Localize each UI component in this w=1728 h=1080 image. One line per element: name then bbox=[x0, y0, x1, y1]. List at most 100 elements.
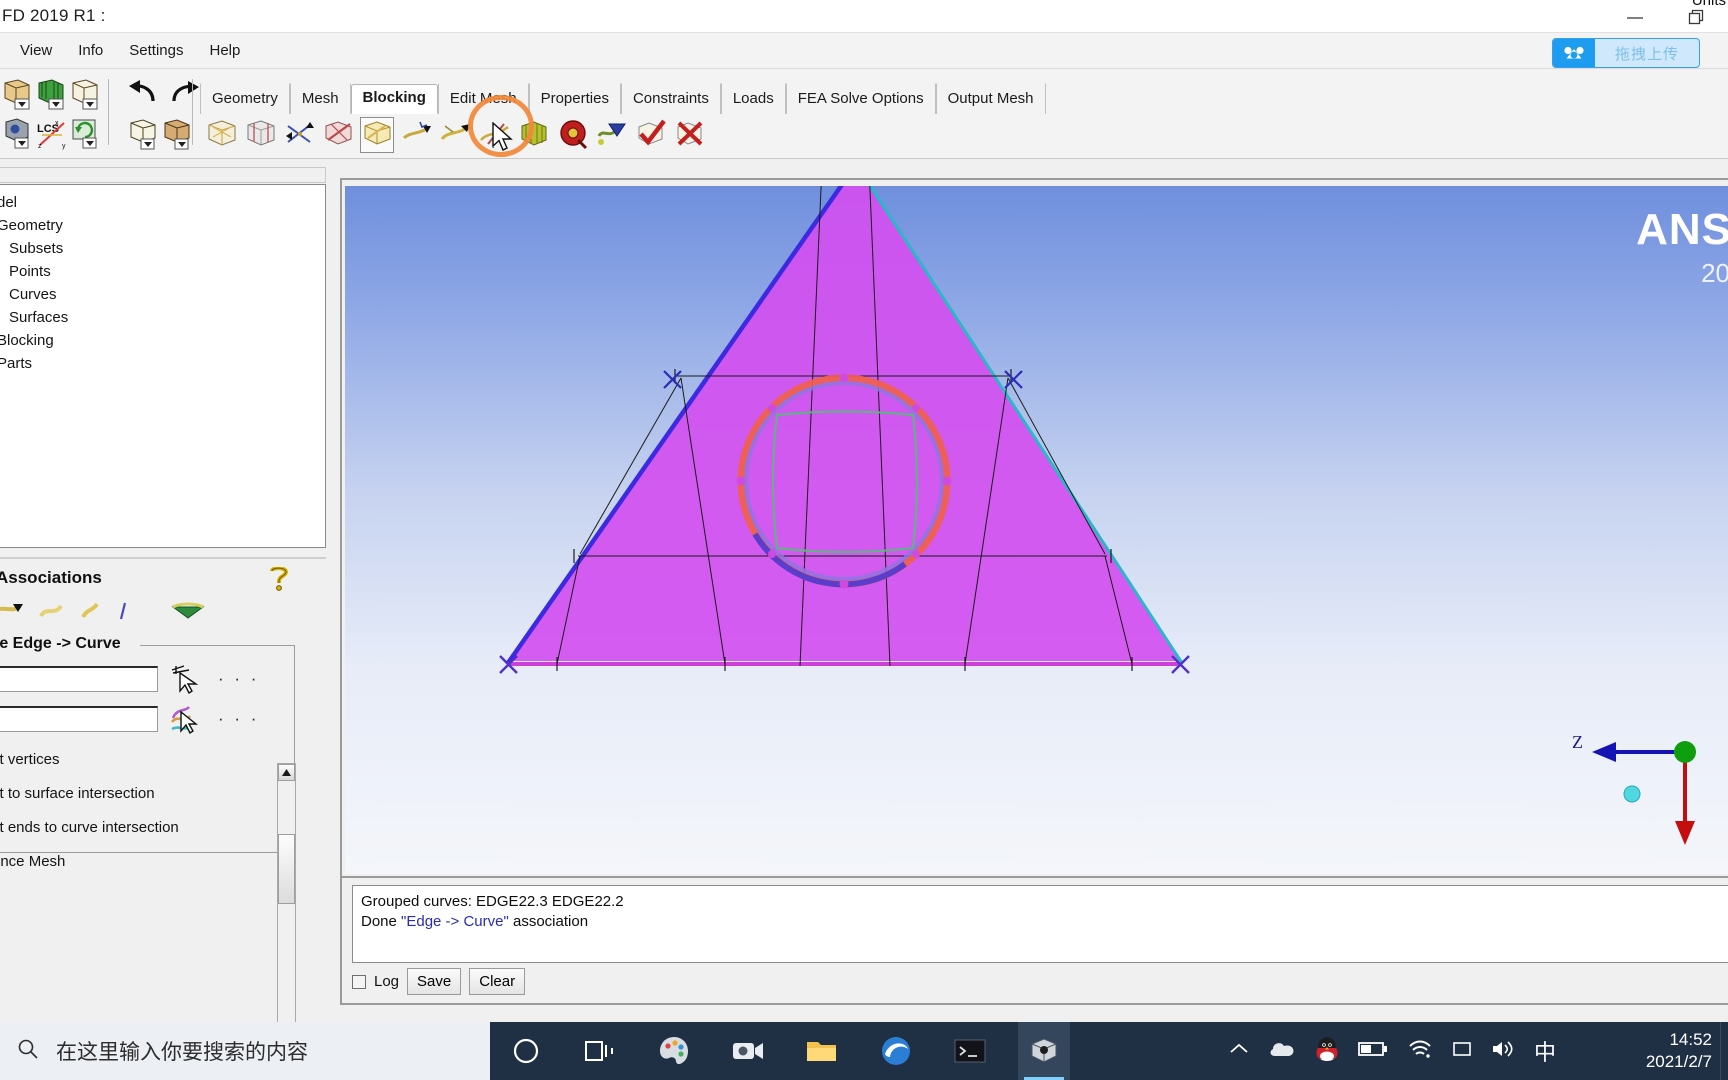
fieldset-title: te Edge -> Curve bbox=[0, 635, 121, 653]
qq-penguin-icon[interactable] bbox=[1315, 1036, 1339, 1067]
open-mesh-icon[interactable] bbox=[36, 77, 68, 111]
move-vertex-icon[interactable] bbox=[400, 118, 432, 152]
tab-properties[interactable]: Properties bbox=[529, 83, 621, 114]
wifi-icon[interactable] bbox=[1407, 1039, 1433, 1064]
curve-more-button[interactable]: · · · bbox=[218, 709, 259, 729]
terminal-icon[interactable] bbox=[944, 1022, 996, 1080]
merge-vertices-icon[interactable] bbox=[283, 118, 315, 152]
associate-point-icon[interactable] bbox=[116, 600, 130, 627]
delete-block-icon[interactable] bbox=[673, 118, 705, 152]
associate-edge-curve-icon[interactable] bbox=[38, 600, 64, 627]
panel-vertical-scrollbar[interactable] bbox=[277, 763, 296, 1041]
undo-icon[interactable] bbox=[126, 77, 158, 111]
check-blocks-icon[interactable] bbox=[634, 118, 666, 152]
select-edges-cursor-icon[interactable] bbox=[170, 664, 204, 694]
option-project-surface-intersection-label: ct to surface intersection bbox=[0, 785, 155, 802]
camera-recorder-icon[interactable] bbox=[722, 1022, 774, 1080]
help-question-icon[interactable] bbox=[268, 567, 290, 596]
file-explorer-icon[interactable] bbox=[796, 1022, 848, 1080]
split-block-icon[interactable] bbox=[244, 118, 276, 152]
tree-item-points[interactable]: Points bbox=[0, 260, 325, 283]
clear-log-button[interactable]: Clear bbox=[469, 968, 525, 995]
toolbar-row-2: LCS x z y bbox=[2, 114, 200, 154]
disassociate-icon[interactable] bbox=[170, 600, 206, 627]
tree-item-geometry[interactable]: Geometry bbox=[0, 214, 325, 237]
menu-info[interactable]: Info bbox=[66, 38, 115, 63]
clock-date: 2021/2/7 bbox=[1646, 1051, 1712, 1073]
option-project-ends-curve-intersection[interactable]: ct ends to curve intersection bbox=[0, 819, 179, 836]
tree-item-parts[interactable]: Parts bbox=[0, 352, 325, 375]
toolbar-separator-1 bbox=[108, 79, 109, 145]
onedrive-cloud-icon[interactable] bbox=[1268, 1039, 1296, 1064]
tree-item-surfaces[interactable]: Surfaces bbox=[0, 306, 325, 329]
tab-constraints[interactable]: Constraints bbox=[621, 83, 721, 114]
menu-view[interactable]: View bbox=[8, 38, 64, 63]
solid-render-icon[interactable] bbox=[160, 117, 192, 151]
edit-block-icon[interactable] bbox=[322, 118, 354, 152]
option-reference-mesh[interactable]: ence Mesh bbox=[0, 853, 65, 870]
message-line-2-highlight: "Edge -> Curve" bbox=[401, 913, 509, 930]
clock-time: 14:52 bbox=[1669, 1029, 1712, 1051]
tree-item-subsets[interactable]: Subsets bbox=[0, 237, 325, 260]
tree-horizontal-scrollbar[interactable] bbox=[0, 167, 326, 183]
scroll-up-arrow-icon[interactable] bbox=[278, 764, 295, 781]
open-blocking-icon[interactable] bbox=[70, 77, 102, 111]
ime-chinese-icon[interactable]: 中 bbox=[1534, 1035, 1556, 1067]
tree-item-curves[interactable]: Curves bbox=[0, 283, 325, 306]
tab-loads[interactable]: Loads bbox=[721, 83, 786, 114]
lcs-icon[interactable]: LCS x z y bbox=[36, 117, 68, 151]
associate-icon[interactable] bbox=[361, 118, 393, 152]
save-log-button[interactable]: Save bbox=[407, 968, 461, 995]
battery-icon[interactable] bbox=[1358, 1041, 1388, 1062]
create-block-icon[interactable] bbox=[205, 118, 237, 152]
graphics-viewport[interactable]: ANS 20 Z bbox=[345, 186, 1728, 874]
tab-geometry[interactable]: Geometry bbox=[200, 83, 290, 114]
menu-bar: View Info Settings Help bbox=[0, 33, 1728, 69]
task-view-icon[interactable] bbox=[574, 1022, 626, 1080]
tab-output-mesh[interactable]: Output Mesh bbox=[936, 83, 1046, 114]
edge-input[interactable] bbox=[0, 666, 158, 692]
show-hidden-icons-chevron-icon[interactable] bbox=[1229, 1042, 1249, 1061]
redo-icon[interactable] bbox=[168, 77, 200, 111]
ogrid-icon[interactable] bbox=[556, 118, 588, 152]
taskbar-clock[interactable]: 14:52 2021/2/7 bbox=[1646, 1022, 1712, 1080]
tab-blocking[interactable]: Blocking bbox=[351, 84, 438, 114]
ansys-icem-icon[interactable] bbox=[1018, 1022, 1070, 1080]
action-center-icon[interactable] bbox=[1452, 1040, 1472, 1063]
fit-window-icon[interactable] bbox=[126, 117, 158, 151]
axis-triad: Z bbox=[1570, 732, 1720, 852]
refresh-display-icon[interactable] bbox=[70, 117, 102, 151]
show-desktop-button[interactable] bbox=[1720, 1022, 1728, 1080]
edge-browser-icon[interactable] bbox=[870, 1022, 922, 1080]
associate-face-surface-icon[interactable] bbox=[78, 600, 102, 627]
option-project-vertices[interactable]: ct vertices bbox=[0, 751, 60, 768]
paint-icon[interactable] bbox=[648, 1022, 700, 1080]
associate-vertex-point-icon[interactable] bbox=[0, 600, 24, 627]
log-checkbox[interactable] bbox=[352, 975, 366, 989]
minimize-icon[interactable] bbox=[1604, 0, 1666, 33]
tab-mesh[interactable]: Mesh bbox=[290, 83, 351, 114]
tab-fea-solve-options[interactable]: FEA Solve Options bbox=[786, 83, 936, 114]
scrollbar-thumb[interactable] bbox=[278, 834, 295, 904]
blocking-checks-icon[interactable] bbox=[595, 118, 627, 152]
option-project-surface-intersection[interactable]: ct to surface intersection bbox=[0, 785, 155, 802]
open-geometry-icon[interactable] bbox=[2, 77, 34, 111]
curve-input[interactable] bbox=[0, 706, 158, 732]
menu-settings[interactable]: Settings bbox=[117, 38, 195, 63]
display-model-icon[interactable] bbox=[2, 117, 34, 151]
tree-item-model[interactable]: del bbox=[0, 191, 325, 214]
volume-icon[interactable] bbox=[1491, 1039, 1515, 1064]
edge-more-button[interactable]: · · · bbox=[218, 669, 259, 689]
message-log[interactable]: Grouped curves: EDGE22.3 EDGE22.2 Done "… bbox=[352, 885, 1728, 963]
menu-help[interactable]: Help bbox=[197, 38, 252, 63]
netdisk-upload-button[interactable]: 拖拽上传 bbox=[1552, 38, 1700, 68]
tree-item-blocking[interactable]: Blocking bbox=[0, 329, 325, 352]
search-placeholder: 在这里输入你要搜索的内容 bbox=[56, 1036, 308, 1066]
cortana-icon[interactable] bbox=[500, 1022, 552, 1080]
message-line-2: Done "Edge -> Curve" association bbox=[361, 912, 1720, 932]
model-tree[interactable]: del Geometry Subsets Points Curves Surfa… bbox=[0, 184, 326, 548]
select-curves-cursor-icon[interactable] bbox=[170, 704, 204, 734]
taskbar-search[interactable]: 在这里输入你要搜索的内容 bbox=[0, 1022, 490, 1080]
toolbar-file-cluster: LCS x z y bbox=[2, 74, 200, 154]
transform-block-icon[interactable] bbox=[439, 118, 471, 152]
